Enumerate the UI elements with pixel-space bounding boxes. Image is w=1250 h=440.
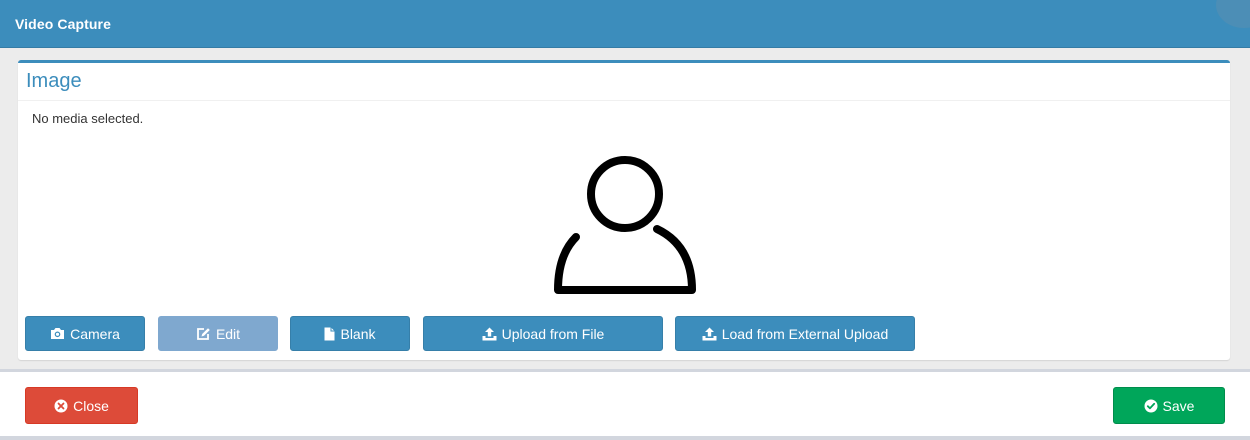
close-button-label: Close <box>73 397 109 414</box>
media-status-text: No media selected. <box>32 111 144 126</box>
panel-divider <box>18 100 1230 101</box>
dialog-header: Video Capture <box>0 0 1250 48</box>
edit-icon <box>197 327 210 340</box>
dialog-title: Video Capture <box>15 16 111 32</box>
dialog-footer: Close Save <box>0 369 1250 440</box>
save-button-label: Save <box>1162 397 1195 414</box>
user-avatar-icon <box>554 156 696 294</box>
edit-button[interactable]: Edit <box>158 316 278 351</box>
load-external-upload-label: Load from External Upload <box>721 325 889 342</box>
camera-button-label: Camera <box>70 325 120 342</box>
upload-icon <box>702 327 717 340</box>
upload-from-file-button[interactable]: Upload from File <box>423 316 663 351</box>
image-panel: Image No media selected. Camera Edit Bla… <box>18 60 1230 360</box>
check-circle-icon <box>1144 399 1158 412</box>
edit-button-label: Edit <box>215 325 241 342</box>
panel-title: Image <box>26 70 82 92</box>
upload-from-file-label: Upload from File <box>501 325 605 342</box>
upload-icon <box>482 327 497 340</box>
close-button[interactable]: Close <box>25 387 138 424</box>
close-circle-icon <box>54 399 68 412</box>
header-decoration <box>1216 0 1250 28</box>
blank-button-label: Blank <box>340 325 376 342</box>
file-icon <box>324 327 335 340</box>
camera-icon <box>51 328 65 339</box>
save-button[interactable]: Save <box>1113 387 1225 424</box>
blank-button[interactable]: Blank <box>290 316 410 351</box>
load-external-upload-button[interactable]: Load from External Upload <box>675 316 915 351</box>
camera-button[interactable]: Camera <box>25 316 145 351</box>
